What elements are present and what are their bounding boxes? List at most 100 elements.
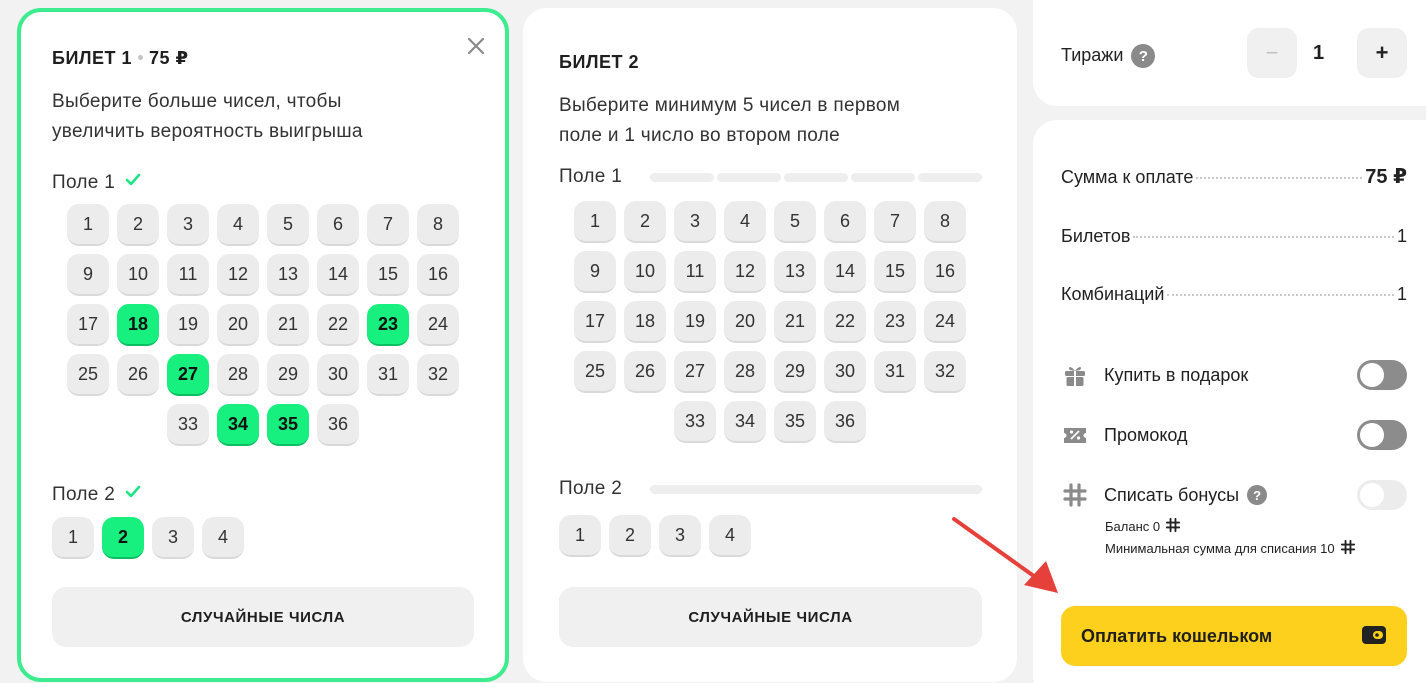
number-cell[interactable]: 1	[559, 515, 601, 557]
random-numbers-button[interactable]: СЛУЧАЙНЫЕ ЧИСЛА	[52, 587, 474, 647]
draws-decrement-button[interactable]: −	[1247, 28, 1297, 78]
number-cell[interactable]: 12	[217, 254, 259, 296]
number-cell[interactable]: 15	[367, 254, 409, 296]
number-cell[interactable]: 3	[674, 201, 716, 243]
number-cell[interactable]: 10	[624, 251, 666, 293]
number-cell[interactable]: 28	[217, 354, 259, 396]
number-cell[interactable]: 4	[202, 517, 244, 559]
help-icon[interactable]: ?	[1131, 44, 1156, 68]
number-cell[interactable]: 23	[367, 304, 409, 346]
number-cell[interactable]: 16	[417, 254, 459, 296]
number-cell[interactable]: 17	[574, 301, 616, 343]
random-numbers-button[interactable]: СЛУЧАЙНЫЕ ЧИСЛА	[559, 587, 982, 647]
number-cell[interactable]: 26	[117, 354, 159, 396]
promo-label: Промокод	[1104, 424, 1188, 445]
number-cell[interactable]: 19	[674, 301, 716, 343]
number-cell[interactable]: 36	[317, 404, 359, 446]
number-cell[interactable]: 31	[874, 351, 916, 393]
number-cell[interactable]: 18	[624, 301, 666, 343]
number-cell[interactable]: 29	[774, 351, 816, 393]
number-cell[interactable]: 9	[574, 251, 616, 293]
number-cell[interactable]: 25	[574, 351, 616, 393]
bonus-toggle[interactable]	[1357, 480, 1407, 510]
number-cell[interactable]: 13	[774, 251, 816, 293]
number-cell[interactable]: 27	[674, 351, 716, 393]
number-cell[interactable]: 21	[774, 301, 816, 343]
number-cell[interactable]: 4	[217, 204, 259, 246]
number-cell[interactable]: 31	[367, 354, 409, 396]
number-cell[interactable]: 4	[709, 515, 751, 557]
number-cell[interactable]: 14	[824, 251, 866, 293]
number-cell[interactable]: 33	[167, 404, 209, 446]
number-cell[interactable]: 22	[317, 304, 359, 346]
number-cell[interactable]: 1	[574, 201, 616, 243]
number-cell[interactable]: 21	[267, 304, 309, 346]
number-cell[interactable]: 18	[117, 304, 159, 346]
number-cell[interactable]: 3	[152, 517, 194, 559]
number-cell[interactable]: 33	[674, 401, 716, 443]
number-cell[interactable]: 13	[267, 254, 309, 296]
number-cell[interactable]: 30	[317, 354, 359, 396]
promo-toggle[interactable]	[1357, 420, 1407, 450]
bonus-icon	[1340, 539, 1356, 558]
pay-wallet-button[interactable]: Оплатить кошельком	[1061, 606, 1407, 666]
number-cell[interactable]: 17	[67, 304, 109, 346]
combinations-value: 1	[1396, 284, 1407, 304]
number-cell[interactable]: 34	[217, 404, 259, 446]
number-cell[interactable]: 8	[417, 204, 459, 246]
number-cell[interactable]: 34	[724, 401, 766, 443]
number-cell[interactable]: 2	[609, 515, 651, 557]
number-cell[interactable]: 15	[874, 251, 916, 293]
number-cell[interactable]: 7	[367, 204, 409, 246]
number-cell[interactable]: 30	[824, 351, 866, 393]
draws-panel: Тиражи? − 1 +	[1033, 0, 1426, 106]
number-cell[interactable]: 11	[167, 254, 209, 296]
number-cell[interactable]: 32	[924, 351, 966, 393]
number-cell[interactable]: 20	[724, 301, 766, 343]
number-cell[interactable]: 22	[824, 301, 866, 343]
number-cell[interactable]: 32	[417, 354, 459, 396]
number-cell[interactable]: 1	[67, 204, 109, 246]
number-cell[interactable]: 35	[267, 404, 309, 446]
number-cell[interactable]: 10	[117, 254, 159, 296]
number-cell[interactable]: 19	[167, 304, 209, 346]
number-cell[interactable]: 8	[924, 201, 966, 243]
number-cell[interactable]: 20	[217, 304, 259, 346]
number-cell[interactable]: 3	[659, 515, 701, 557]
number-cell[interactable]: 16	[924, 251, 966, 293]
close-icon[interactable]	[464, 34, 488, 58]
number-cell[interactable]: 14	[317, 254, 359, 296]
number-cell[interactable]: 5	[774, 201, 816, 243]
number-cell[interactable]: 1	[52, 517, 94, 559]
help-icon[interactable]: ?	[1247, 485, 1268, 505]
number-cell[interactable]: 11	[674, 251, 716, 293]
bonus-balance-text: Баланс 0	[1105, 519, 1161, 534]
number-cell[interactable]: 24	[417, 304, 459, 346]
number-cell[interactable]: 26	[624, 351, 666, 393]
number-cell[interactable]: 3	[167, 204, 209, 246]
number-cell[interactable]: 2	[117, 204, 159, 246]
number-cell[interactable]: 29	[267, 354, 309, 396]
number-cell[interactable]: 27	[167, 354, 209, 396]
gift-toggle[interactable]	[1357, 360, 1407, 390]
number-cell[interactable]: 36	[824, 401, 866, 443]
number-cell[interactable]: 2	[102, 517, 144, 559]
number-cell[interactable]: 25	[67, 354, 109, 396]
draws-increment-button[interactable]: +	[1357, 28, 1407, 78]
number-cell[interactable]: 2	[624, 201, 666, 243]
wallet-icon	[1361, 624, 1387, 651]
ticket-1-card: БИЛЕТ 1 75 ₽ Выберите больше чисел, чтобы…	[17, 8, 509, 682]
number-cell[interactable]: 6	[317, 204, 359, 246]
number-cell[interactable]: 23	[874, 301, 916, 343]
number-cell[interactable]: 35	[774, 401, 816, 443]
number-cell[interactable]: 28	[724, 351, 766, 393]
number-cell[interactable]: 4	[724, 201, 766, 243]
number-cell[interactable]: 5	[267, 204, 309, 246]
number-cell[interactable]: 24	[924, 301, 966, 343]
number-cell[interactable]: 6	[824, 201, 866, 243]
number-cell[interactable]: 12	[724, 251, 766, 293]
number-cell[interactable]: 7	[874, 201, 916, 243]
total-label: Сумма к оплате	[1061, 167, 1194, 187]
number-cell[interactable]: 9	[67, 254, 109, 296]
total-row: Сумма к оплате 75 ₽	[1061, 164, 1407, 189]
